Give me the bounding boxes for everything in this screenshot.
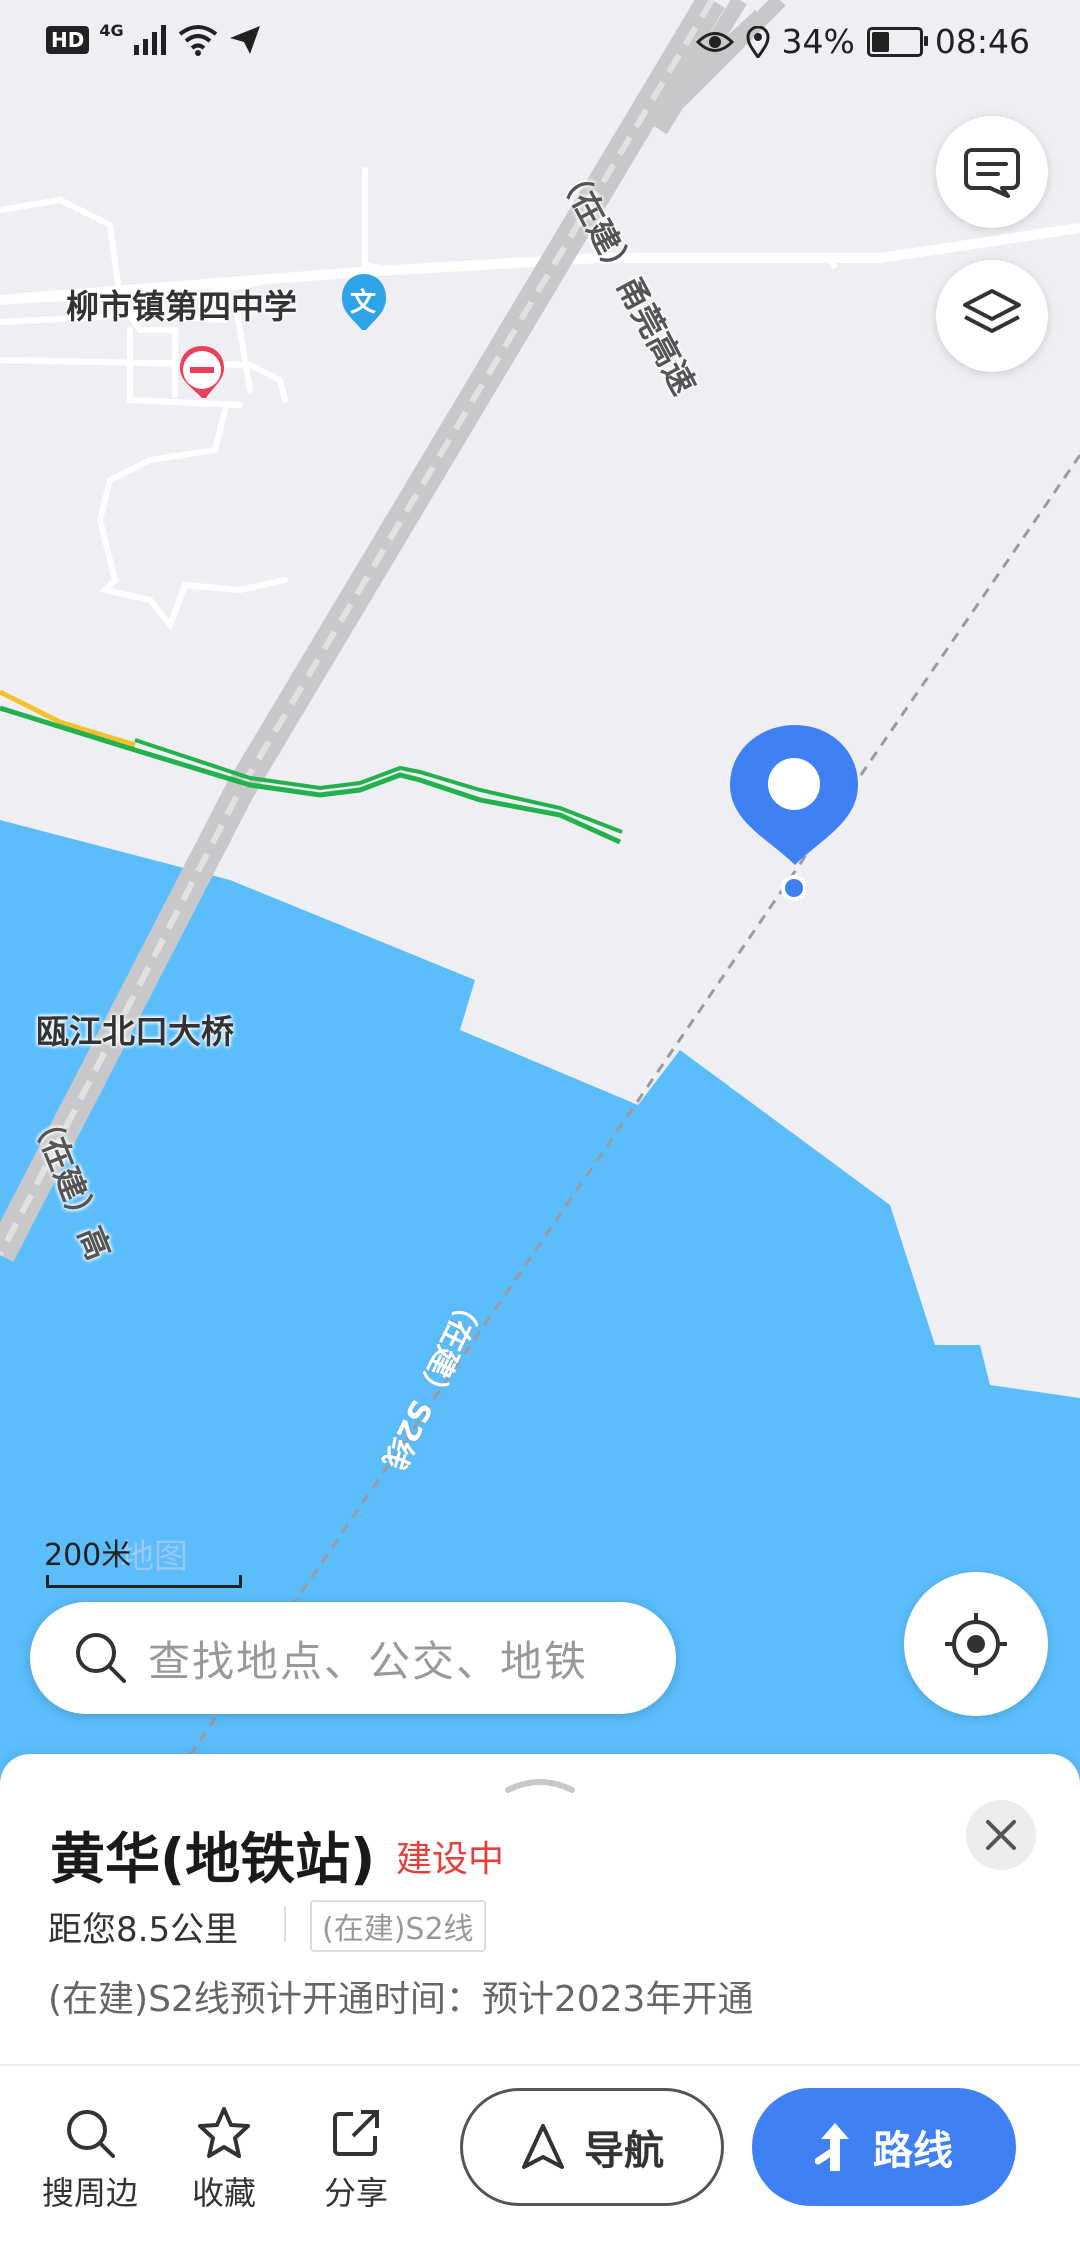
favorite-label: 收藏 <box>191 2174 256 2212</box>
wifi-icon <box>178 25 217 56</box>
feedback-button[interactable] <box>936 116 1048 228</box>
poi-status-badge: 建设中 <box>396 1839 505 1880</box>
star-icon <box>198 2107 250 2158</box>
battery-percent: 34% <box>781 22 855 61</box>
school-label[interactable]: 柳市镇第四中学 <box>66 280 297 328</box>
signal-icon <box>133 25 166 55</box>
search-icon <box>76 1633 126 1683</box>
info-divider <box>284 1906 286 1942</box>
map-scale-label: 200米 <box>44 1538 132 1573</box>
layers-button[interactable] <box>936 260 1048 372</box>
hd-badge: HD <box>46 26 90 54</box>
locate-me-button[interactable] <box>904 1572 1048 1716</box>
navigate-label: 导航 <box>584 2128 664 2174</box>
eye-icon <box>695 31 734 52</box>
poi-distance: 距您8.5公里 <box>48 1910 239 1950</box>
drag-handle-icon[interactable] <box>504 1774 576 1794</box>
map-scale-bar <box>46 1575 242 1588</box>
poi-detail-card[interactable]: 黄华(地铁站) 建设中 距您8.5公里 (在建)S2线 (在建)S2线预计开通时… <box>0 1754 1080 2244</box>
navigate-button[interactable]: 导航 <box>460 2088 724 2206</box>
clock: 08:46 <box>934 22 1030 61</box>
share-icon <box>333 2110 379 2156</box>
crosshair-icon <box>945 1613 1007 1675</box>
search-placeholder[interactable]: 查找地点、公交、地铁 <box>148 1628 588 1689</box>
network-type: 4G <box>99 20 124 40</box>
send-icon <box>229 26 260 54</box>
close-button[interactable] <box>966 1800 1036 1870</box>
favorite-button[interactable]: 收藏 <box>164 2098 284 2214</box>
status-bar: HD 4G 34% 08:46 <box>0 0 1080 86</box>
route-label: 路线 <box>873 2128 953 2174</box>
school-badge: 文 <box>350 288 377 318</box>
bridge-label[interactable]: 瓯江北口大桥 <box>36 1005 234 1053</box>
search-nearby-icon <box>67 2110 115 2158</box>
search-nearby-label: 搜周边 <box>41 2174 138 2212</box>
route-arrow-icon <box>815 2123 849 2171</box>
share-button[interactable]: 分享 <box>296 2098 416 2214</box>
metro-line-tag[interactable]: (在建)S2线 <box>310 1900 486 1952</box>
chat-bubble-icon <box>964 148 1020 198</box>
route-button[interactable]: 路线 <box>752 2088 1016 2206</box>
close-icon <box>986 1820 1016 1850</box>
battery-icon <box>866 26 928 57</box>
search-nearby-button[interactable]: 搜周边 <box>30 2098 150 2214</box>
card-divider <box>0 2064 1080 2066</box>
layers-icon <box>963 289 1021 333</box>
search-bar[interactable]: 查找地点、公交、地铁 <box>30 1602 676 1714</box>
location-icon <box>746 25 770 58</box>
poi-title: 黄华(地铁站) <box>50 1827 376 1891</box>
navigation-arrow-icon <box>522 2124 564 2169</box>
opening-info: (在建)S2线预计开通时间：预计2023年开通 <box>48 1979 754 2020</box>
share-label: 分享 <box>323 2174 388 2212</box>
